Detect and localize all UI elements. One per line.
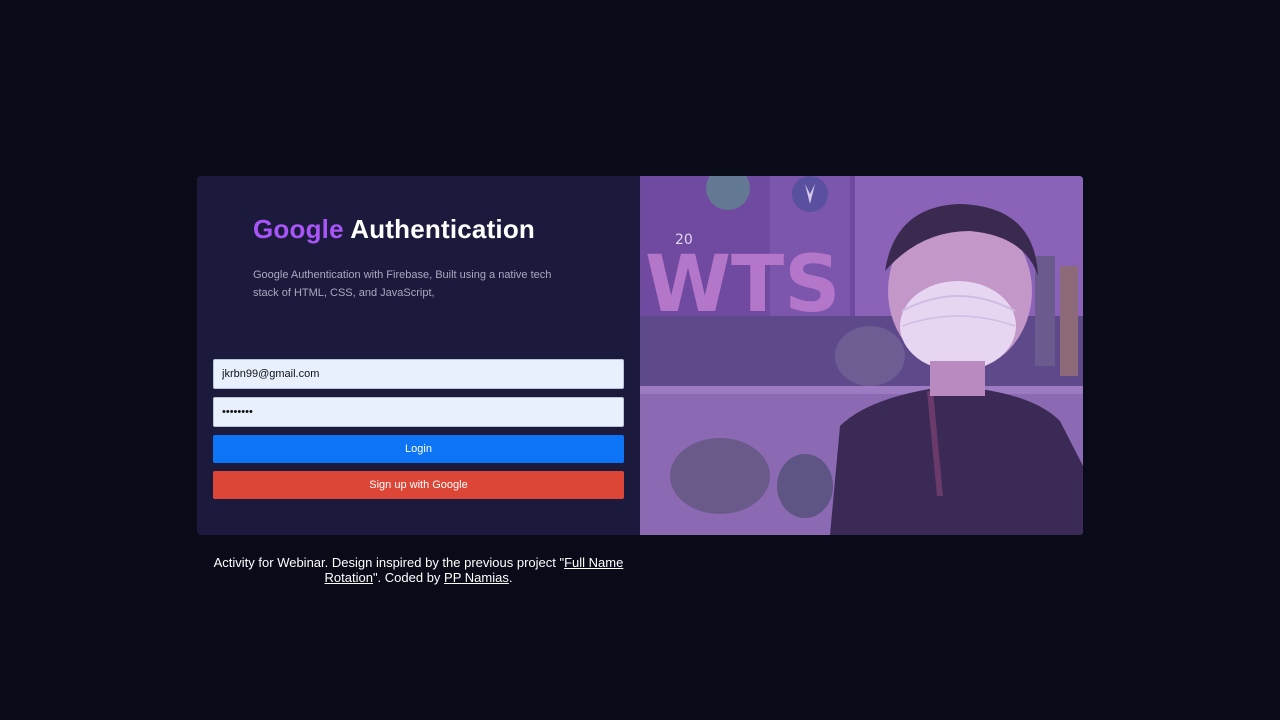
google-signup-button[interactable]: Sign up with Google [213,471,624,499]
footer-text-3: . [508,570,513,585]
description: Google Authentication with Firebase, Bui… [253,269,552,299]
footer-text-1: Activity for Webinar. Design inspired by… [213,555,565,570]
password-field[interactable] [213,397,624,427]
auth-card: Google Authentication Google Authenticat… [197,176,1083,535]
page-title: Google Authentication [253,214,535,245]
footer-text: Activity for Webinar. Design inspired by… [197,555,640,585]
title-accent: Google [253,214,344,244]
footer-text-2: ". Coded by [372,570,445,585]
email-field[interactable] [213,359,624,389]
login-button[interactable]: Login [213,435,624,463]
title-rest: Authentication [343,214,536,244]
login-panel: Google Authentication Google Authenticat… [197,176,640,535]
sign-number: 20 [675,232,693,248]
selfie-photo: WTS 20 [640,176,1083,535]
photo-panel: WTS 20 [640,176,1083,535]
author-link[interactable]: PP Namias [444,570,509,585]
